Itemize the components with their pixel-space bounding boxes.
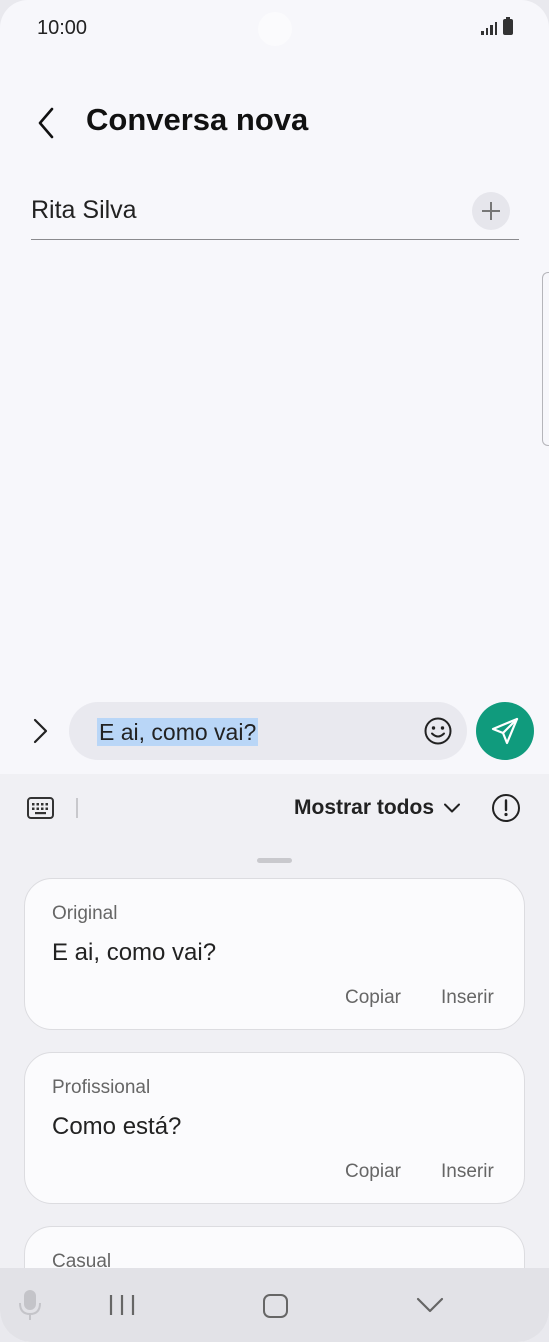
add-recipient-button[interactable] <box>472 192 510 230</box>
send-icon <box>491 717 519 745</box>
recent-apps-icon[interactable] <box>108 1294 136 1316</box>
copy-button[interactable]: Copiar <box>345 1161 401 1183</box>
navigation-bar <box>0 1268 549 1342</box>
nav-back-icon[interactable] <box>416 1296 444 1314</box>
message-input-text[interactable]: E ai, como vai? <box>97 718 259 746</box>
show-all-dropdown[interactable]: Mostrar todos <box>294 796 461 820</box>
camera-cutout <box>258 12 292 46</box>
writing-assist-panel: Mostrar todos Original E ai, como vai? C… <box>0 774 549 1342</box>
suggestion-card-professional[interactable]: Profissional Como está? Copiar Inserir <box>24 1052 525 1204</box>
keyboard-icon[interactable] <box>27 797 54 819</box>
status-time: 10:00 <box>37 17 88 39</box>
info-icon[interactable] <box>491 793 521 823</box>
suggestion-label: Profissional <box>52 1077 151 1098</box>
page-title: Conversa nova <box>86 102 309 137</box>
battery-icon <box>503 17 513 35</box>
show-all-label: Mostrar todos <box>294 796 435 819</box>
toolbar-divider <box>76 798 78 818</box>
mic-icon[interactable] <box>18 1288 42 1322</box>
home-icon[interactable] <box>263 1294 288 1318</box>
suggestion-text: E ai, como vai? <box>52 939 217 966</box>
copy-button[interactable]: Copiar <box>345 987 401 1009</box>
plus-icon <box>482 202 500 220</box>
recipient-field[interactable]: Rita Silva <box>31 188 519 240</box>
insert-button[interactable]: Inserir <box>441 987 494 1009</box>
send-button[interactable] <box>476 702 534 760</box>
signal-icon <box>481 21 497 35</box>
suggestion-label: Original <box>52 903 118 924</box>
chevron-right-icon[interactable] <box>26 712 56 750</box>
status-icons <box>481 17 513 35</box>
suggestion-text: Como está? <box>52 1113 182 1140</box>
insert-button[interactable]: Inserir <box>441 1161 494 1183</box>
app-screen: 10:00 Conversa nova Rita Silva E ai, com… <box>0 0 549 1342</box>
drag-handle[interactable] <box>257 858 292 863</box>
status-bar: 10:00 <box>0 0 549 60</box>
header: Conversa nova <box>0 92 549 152</box>
back-icon[interactable] <box>32 106 62 140</box>
suggestion-card-original[interactable]: Original E ai, como vai? Copiar Inserir <box>24 878 525 1030</box>
scroll-indicator[interactable] <box>542 272 549 446</box>
emoji-icon[interactable] <box>423 716 453 746</box>
message-input[interactable]: E ai, como vai? <box>69 702 467 760</box>
recipient-name: Rita Silva <box>31 196 137 224</box>
chevron-down-icon <box>444 803 461 813</box>
